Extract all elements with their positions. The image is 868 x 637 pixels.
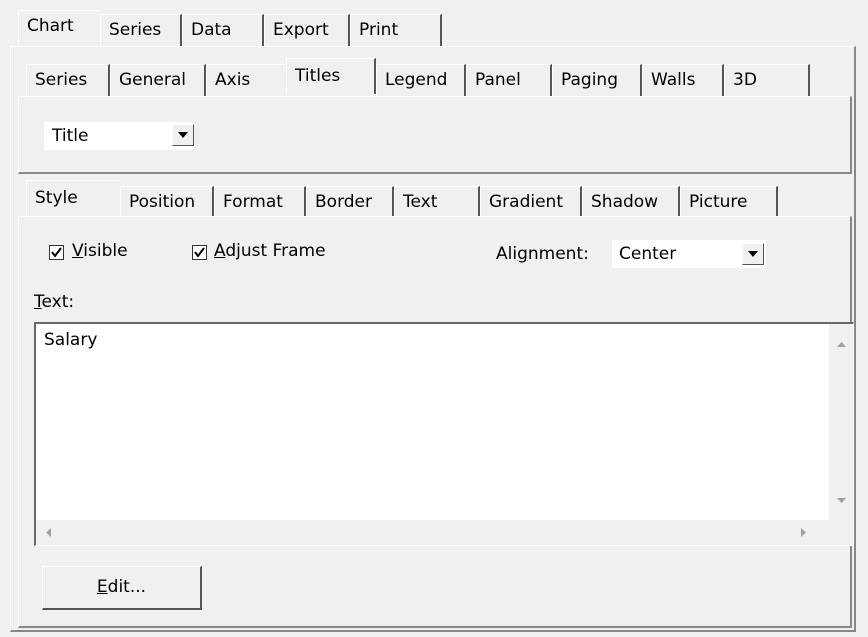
tab-legend[interactable]: Legend — [376, 64, 466, 96]
scroll-up-icon[interactable] — [837, 342, 846, 347]
tab-data[interactable]: Data — [182, 14, 264, 46]
tab-axis[interactable]: Axis — [206, 64, 286, 96]
tab-3d[interactable]: 3D — [724, 64, 810, 96]
alignment-label: Alignment: — [496, 244, 589, 264]
title-text-area[interactable]: Salary — [34, 322, 854, 546]
tab-walls[interactable]: Walls — [642, 64, 724, 96]
chevron-down-icon[interactable] — [742, 243, 764, 265]
tab-border[interactable]: Border — [306, 186, 394, 218]
scroll-right-icon[interactable] — [801, 528, 806, 537]
tab-gradient[interactable]: Gradient — [480, 186, 582, 218]
visible-label[interactable]: Visible — [72, 241, 128, 261]
tab-position[interactable]: Position — [120, 186, 214, 218]
chevron-down-icon[interactable] — [172, 124, 194, 146]
scroll-left-icon[interactable] — [46, 528, 51, 537]
tab-export[interactable]: Export — [264, 14, 350, 46]
vertical-scrollbar[interactable] — [829, 324, 853, 520]
tab-style[interactable]: Style — [26, 180, 120, 216]
alignment-select[interactable]: Center — [612, 240, 766, 268]
visible-checkbox[interactable] — [49, 245, 64, 260]
tab-print[interactable]: Print — [350, 14, 442, 46]
tab-general[interactable]: General — [110, 64, 206, 96]
adjust-frame-label[interactable]: Adjust Frame — [214, 241, 326, 261]
horizontal-scrollbar[interactable] — [36, 520, 829, 545]
checkmark-icon — [194, 247, 205, 258]
tab-series[interactable]: Series — [100, 14, 182, 46]
edit-button[interactable]: Edit... — [42, 566, 202, 610]
title-select-value: Title — [52, 126, 89, 146]
tab-series-2[interactable]: Series — [26, 64, 110, 96]
tab-titles[interactable]: Titles — [286, 58, 376, 94]
scroll-down-icon[interactable] — [837, 498, 846, 503]
tab-text[interactable]: Text — [394, 186, 480, 218]
adjust-frame-checkbox[interactable] — [192, 245, 207, 260]
tab-paging[interactable]: Paging — [552, 64, 642, 96]
alignment-select-value: Center — [619, 244, 677, 264]
text-label: Text: — [34, 292, 75, 312]
title-text-value: Salary — [44, 330, 98, 350]
tab-format[interactable]: Format — [214, 186, 306, 218]
tab-shadow[interactable]: Shadow — [582, 186, 680, 218]
scrollbar-corner — [829, 520, 853, 545]
tab-chart[interactable]: Chart — [18, 10, 100, 46]
tab-panel[interactable]: Panel — [466, 64, 552, 96]
tab-picture[interactable]: Picture — [680, 186, 778, 218]
checkmark-icon — [51, 247, 62, 258]
title-select[interactable]: Title — [44, 122, 194, 150]
